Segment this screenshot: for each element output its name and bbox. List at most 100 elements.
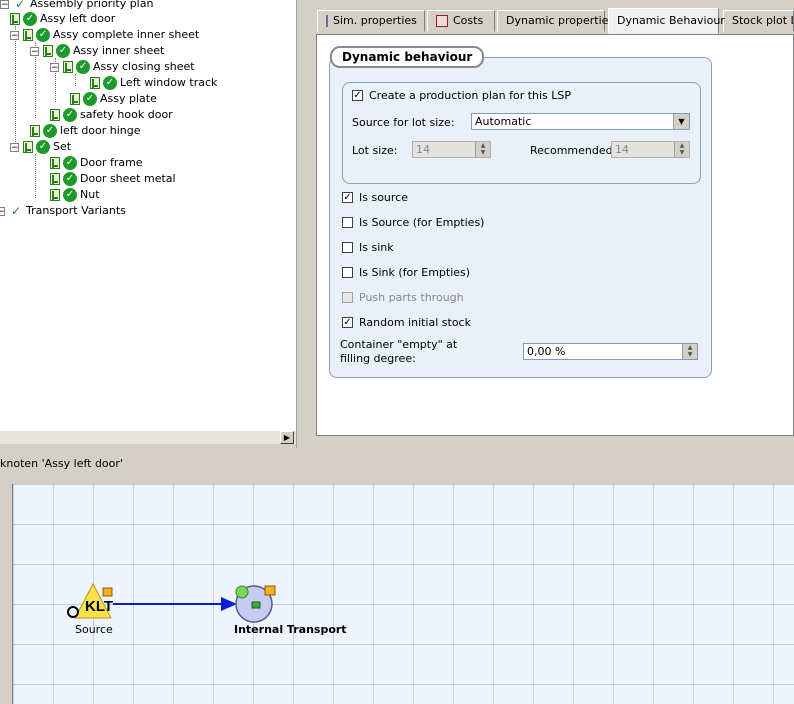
is-sink-checkbox[interactable]: Is sink [342, 241, 394, 254]
done-circle-icon: ✓ [63, 156, 77, 170]
spinner-arrows-icon[interactable]: ▲ ▼ [682, 344, 697, 359]
tree-item-left-door-hinge[interactable]: ✓ left door hinge [30, 123, 141, 139]
part-doc-icon [70, 93, 80, 105]
transport-node-label: Internal Transport [234, 623, 347, 636]
tab-dynamic-properties[interactable]: Dynamic properties [497, 10, 614, 32]
part-doc-icon [50, 189, 60, 201]
collapse-icon[interactable]: − [10, 142, 19, 152]
lot-size-spinner[interactable]: 14 ▲ ▼ [412, 141, 491, 158]
part-doc-icon [50, 157, 60, 169]
tab-costs[interactable]: Costs [427, 10, 495, 32]
checkbox-label: Is source [359, 191, 409, 204]
tree-item-door-sheet-metal[interactable]: ✓ Door sheet metal [50, 171, 176, 187]
tree-item-safety-hook-door[interactable]: ✓ safety hook door [50, 107, 173, 123]
properties-panel: Dynamic behaviour ✓ Create a production … [316, 34, 794, 436]
tree-item-label: Door sheet metal [80, 172, 176, 185]
checkbox-box[interactable] [342, 267, 353, 278]
tree-item-assy-plate[interactable]: ✓ Assy plate [70, 91, 157, 107]
checkbox-label: Random initial stock [359, 316, 471, 329]
tree-item-label: Transport Variants [26, 204, 126, 217]
random-initial-stock-checkbox[interactable]: ✓ Random initial stock [342, 316, 471, 329]
tree-item-assy-complete-inner-sheet[interactable]: − ✓ Assy complete inner sheet [10, 27, 199, 43]
sim-properties-icon [326, 15, 328, 27]
tree-item-label: Assy left door [40, 12, 116, 25]
tree-item-door-frame[interactable]: ✓ Door frame [50, 155, 143, 171]
tree-item-assy-inner-sheet[interactable]: − ✓ Assy inner sheet [30, 43, 164, 59]
canvas-frame: KLT Source Internal Transport [0, 480, 794, 704]
checkbox-box[interactable] [342, 242, 353, 253]
tree-item-transport-variants[interactable]: − ✓ Transport Variants [0, 203, 126, 219]
tab-dynamic-behaviour[interactable]: Dynamic Behaviour [608, 8, 725, 34]
collapse-icon[interactable]: − [10, 30, 19, 40]
tree-item-label: safety hook door [80, 108, 173, 121]
process-canvas[interactable]: KLT Source Internal Transport [12, 484, 794, 704]
tree-item-label: Assy inner sheet [73, 44, 165, 57]
done-circle-icon: ✓ [103, 76, 117, 90]
tab-sim-properties[interactable]: Sim. properties [317, 10, 425, 32]
checkbox-box[interactable]: ✓ [342, 192, 353, 203]
checkbox-label: Push parts through [359, 291, 464, 304]
spinner-value: 14 [615, 143, 629, 156]
is-source-checkbox[interactable]: ✓ Is source [342, 191, 408, 204]
select-value: Automatic [475, 115, 532, 128]
internal-transport-node[interactable] [235, 585, 276, 623]
done-circle-icon: ✓ [36, 28, 50, 42]
assembly-doc-icon [43, 45, 53, 57]
property-tabs: Sim. properties Costs Dynamic properties… [312, 8, 794, 34]
create-production-plan-checkbox[interactable]: ✓ Create a production plan for this LSP [352, 89, 571, 102]
recommended-label: Recommended: [530, 144, 617, 157]
spinner-value: 14 [416, 143, 430, 156]
tab-label: Costs [453, 14, 484, 27]
status-line: knoten 'Assy left door' [0, 456, 794, 472]
check-icon: ✓ [10, 204, 22, 218]
done-circle-icon: ✓ [63, 188, 77, 202]
tree-item-label: Set [53, 140, 72, 153]
done-circle-icon: ✓ [63, 172, 77, 186]
checkbox-label: Is sink [359, 241, 394, 254]
label-line: filling degree: [340, 352, 416, 365]
production-plan-group: ✓ Create a production plan for this LSP … [342, 82, 701, 184]
tree-item-label: Left window track [120, 76, 218, 89]
checkbox-label: Create a production plan for this LSP [369, 89, 572, 102]
source-lot-size-select[interactable]: Automatic ▼ [471, 113, 690, 130]
tree-item-label: Assy closing sheet [93, 60, 195, 73]
tree-pane: − ✓ Assembly priority plan ✓ Assy left d… [0, 0, 296, 430]
container-empty-label: Container "empty" at filling degree: [340, 338, 457, 366]
spinner-value: 0,00 % [527, 345, 566, 358]
checkbox-box[interactable]: ✓ [342, 317, 353, 328]
pane-splitter[interactable] [296, 0, 312, 448]
push-parts-through-checkbox: Push parts through [342, 291, 464, 304]
collapse-icon[interactable]: − [0, 206, 5, 216]
dropdown-arrow-icon[interactable]: ▼ [673, 114, 689, 129]
source-node[interactable]: KLT [67, 582, 113, 619]
tree-item-left-window-track[interactable]: ✓ Left window track [90, 75, 217, 91]
tree-item-label: Assy complete inner sheet [53, 28, 200, 41]
tab-label: Dynamic Behaviour [617, 14, 725, 27]
checkbox-box[interactable] [342, 217, 353, 228]
done-circle-icon: ✓ [56, 44, 70, 58]
tree-item-assy-closing-sheet[interactable]: − ✓ Assy closing sheet [50, 59, 195, 75]
collapse-icon[interactable]: − [30, 46, 39, 56]
is-sink-empties-checkbox[interactable]: Is Sink (for Empties) [342, 266, 470, 279]
tree-item-assy-left-door[interactable]: ✓ Assy left door [10, 11, 115, 27]
assembly-doc-icon [10, 13, 20, 25]
tree-item-set[interactable]: − ✓ Set [10, 139, 71, 155]
collapse-icon[interactable]: − [50, 62, 59, 72]
tree-item-label: Assy plate [100, 92, 157, 105]
part-doc-icon [90, 77, 100, 89]
collapse-icon[interactable]: − [0, 0, 9, 9]
scroll-right-arrow-icon[interactable]: ▶ [280, 431, 294, 444]
assembly-doc-icon [63, 61, 73, 73]
tab-label: Dynamic properties [506, 14, 615, 27]
tab-stock-plot[interactable]: Stock plot LS [723, 10, 794, 32]
horizontal-scrollbar[interactable]: ▶ [0, 430, 296, 444]
hook-icon [67, 606, 79, 618]
lot-size-label: Lot size: [352, 144, 398, 157]
spinner-arrows-icon[interactable]: ▲ ▼ [475, 142, 490, 157]
spinner-arrows-icon: ▲ ▼ [674, 142, 689, 157]
tree-item-nut[interactable]: ✓ Nut [50, 187, 100, 203]
recommended-spinner: 14 ▲ ▼ [611, 141, 690, 158]
checkbox-box[interactable]: ✓ [352, 90, 363, 101]
filling-degree-spinner[interactable]: 0,00 % ▲ ▼ [523, 343, 698, 360]
is-source-empties-checkbox[interactable]: Is Source (for Empties) [342, 216, 484, 229]
